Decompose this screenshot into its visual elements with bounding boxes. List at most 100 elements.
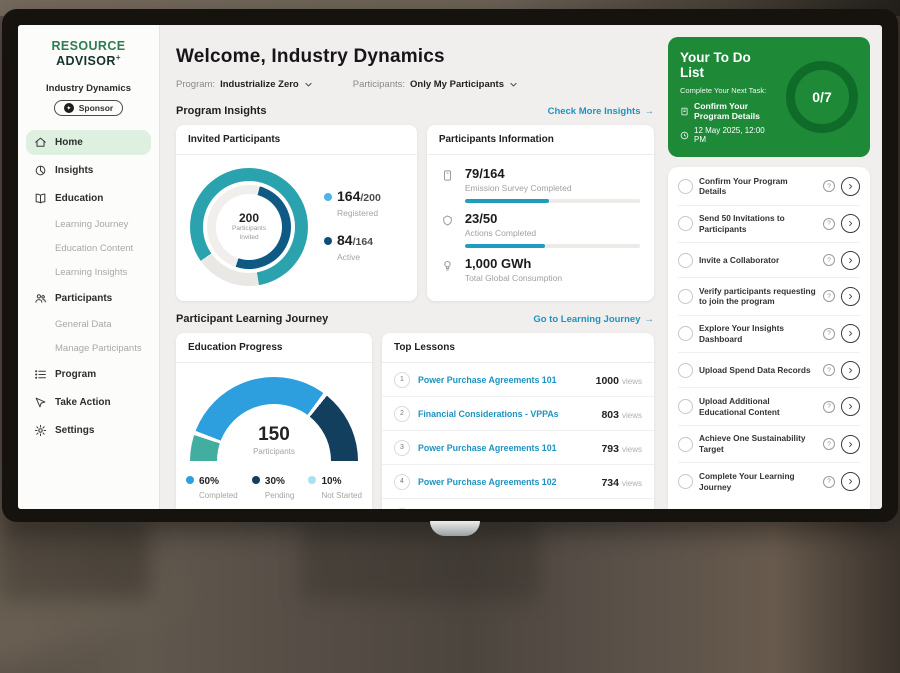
lesson-row[interactable]: 3 Power Purchase Agreements 101 793views xyxy=(382,431,654,465)
go-to-learning-journey-link[interactable]: Go to Learning Journey→ xyxy=(533,314,654,325)
action-cursor-icon xyxy=(34,396,47,409)
filter-label: Program: xyxy=(176,79,215,90)
task-label: Upload Spend Data Records xyxy=(699,365,817,376)
sidebar-item-label: Manage Participants xyxy=(55,343,142,354)
lesson-views: 1000views xyxy=(596,371,642,389)
task-go-button[interactable] xyxy=(841,361,860,380)
task-row: Verify participants requesting to join t… xyxy=(678,278,860,316)
sidebar-item-learning-insights[interactable]: Learning Insights xyxy=(26,262,151,283)
sidebar-item-learning-journey[interactable]: Learning Journey xyxy=(26,214,151,235)
lesson-row[interactable]: 4 Power Purchase Agreements 102 734views xyxy=(382,465,654,499)
arrow-right-icon: → xyxy=(645,106,655,117)
clock-icon xyxy=(680,131,689,140)
clipboard-icon xyxy=(441,169,456,199)
lesson-row[interactable]: 1 Power Purchase Agreements 101 1000view… xyxy=(382,363,654,397)
rank-badge: 2 xyxy=(394,406,410,422)
task-checkbox[interactable] xyxy=(678,363,693,378)
info-icon[interactable]: ? xyxy=(823,290,835,302)
gauge-center-value: 150 xyxy=(217,424,331,446)
info-row-consumption: 1,000 GWh Total Global Consumption xyxy=(441,256,640,289)
info-icon[interactable]: ? xyxy=(823,328,835,340)
task-label: Explore Your Insights Dashboard xyxy=(699,323,817,345)
task-checkbox[interactable] xyxy=(678,289,693,304)
task-label: Invite a Collaborator xyxy=(699,255,817,266)
info-icon[interactable]: ? xyxy=(823,401,835,413)
sidebar-item-label: General Data xyxy=(55,319,112,330)
task-go-button[interactable] xyxy=(841,287,860,306)
sponsor-badge-label: Sponsor xyxy=(79,103,113,113)
check-more-insights-link[interactable]: Check More Insights→ xyxy=(548,106,654,117)
lesson-title-link[interactable]: Power Purchase Agreements 101 xyxy=(418,443,594,453)
sidebar-item-education-content[interactable]: Education Content xyxy=(26,238,151,259)
task-checkbox[interactable] xyxy=(678,253,693,268)
card-title: Education Progress xyxy=(176,333,372,363)
info-icon[interactable]: ? xyxy=(823,438,835,450)
sidebar-item-insights[interactable]: Insights xyxy=(26,158,151,183)
task-go-button[interactable] xyxy=(841,472,860,491)
legend-dot xyxy=(324,237,332,245)
sidebar-item-program[interactable]: Program xyxy=(26,362,151,387)
filter-bar: Program: Industrialize Zero Participants… xyxy=(176,79,654,90)
info-icon[interactable]: ? xyxy=(823,218,835,230)
info-icon[interactable]: ? xyxy=(823,180,835,192)
task-label: Complete Your Learning Journey xyxy=(699,471,817,493)
background-shadow xyxy=(300,520,540,600)
task-label: Send 50 Invitations to Participants xyxy=(699,213,817,235)
info-icon[interactable]: ? xyxy=(823,254,835,266)
task-checkbox[interactable] xyxy=(678,437,693,452)
task-go-button[interactable] xyxy=(841,177,860,196)
info-row-actions: 23/50 Actions Completed xyxy=(441,211,640,248)
home-icon xyxy=(34,136,47,149)
lesson-title-link[interactable]: Power Purchase Agreements 102 xyxy=(418,477,594,487)
sidebar-item-home[interactable]: Home xyxy=(26,130,151,155)
sidebar-item-label: Education Content xyxy=(55,243,133,254)
collapse-tasks-link[interactable]: Collapse Tasks xyxy=(678,500,860,509)
card-title: Participants Information xyxy=(427,125,654,155)
task-checkbox[interactable] xyxy=(678,326,693,341)
task-go-button[interactable] xyxy=(841,397,860,416)
sponsor-badge: ✦ Sponsor xyxy=(54,100,123,116)
sidebar-nav: Home Insights Education Learning Journey… xyxy=(26,130,151,443)
gauge-legend: 60% Completed 30% Pending 10% Not Starte… xyxy=(176,471,372,509)
sidebar-item-education[interactable]: Education xyxy=(26,186,151,211)
info-icon[interactable]: ? xyxy=(823,476,835,488)
people-icon xyxy=(34,292,47,305)
task-go-button[interactable] xyxy=(841,324,860,343)
task-row: Confirm Your Program Details ? xyxy=(678,168,860,206)
lesson-title-link[interactable]: Power Purchase Agreements 101 xyxy=(418,375,588,385)
card-title: Top Lessons xyxy=(382,333,654,363)
task-checkbox[interactable] xyxy=(678,474,693,489)
donut-legend: 164/200 Registered 84/164 Active xyxy=(324,179,381,276)
task-row: Complete Your Learning Journey ? xyxy=(678,463,860,500)
program-filter-dropdown[interactable]: Program: Industrialize Zero xyxy=(176,79,313,90)
task-checkbox[interactable] xyxy=(678,216,693,231)
monitor-stand xyxy=(430,521,480,536)
task-checkbox[interactable] xyxy=(678,399,693,414)
education-progress-card: Education Progress 150 Participants 60% … xyxy=(176,333,372,509)
main-content: Welcome, Industry Dynamics Program: Indu… xyxy=(160,25,668,509)
lesson-row[interactable]: 2 Financial Considerations - VPPAs 803vi… xyxy=(382,397,654,431)
legend-dot xyxy=(324,193,332,201)
task-go-button[interactable] xyxy=(841,251,860,270)
task-checkbox[interactable] xyxy=(678,179,693,194)
sidebar-item-settings[interactable]: Settings xyxy=(26,418,151,443)
lesson-views: 803views xyxy=(601,405,642,423)
task-label: Achieve One Sustainability Target xyxy=(699,433,817,455)
task-label: Confirm Your Program Details xyxy=(699,176,817,198)
info-icon[interactable]: ? xyxy=(823,364,835,376)
sidebar-item-participants[interactable]: Participants xyxy=(26,286,151,311)
todo-due-date: 12 May 2025, 12:00 PM xyxy=(694,126,778,144)
chevron-down-icon xyxy=(509,80,518,89)
task-go-button[interactable] xyxy=(841,435,860,454)
app-logo: RESOURCE ADVISOR+ xyxy=(26,39,151,68)
sidebar-item-general-data[interactable]: General Data xyxy=(26,314,151,335)
education-progress-gauge-chart: 150 Participants xyxy=(190,377,358,461)
sidebar-item-manage-participants[interactable]: Manage Participants xyxy=(26,338,151,359)
sidebar-item-label: Take Action xyxy=(55,397,111,408)
lesson-title-link[interactable]: Financial Considerations - VPPAs xyxy=(418,409,594,419)
gauge-center-label: Participants xyxy=(217,447,331,456)
lesson-row[interactable]: 5 Power Purchase Agreements 103 600views xyxy=(382,499,654,509)
task-go-button[interactable] xyxy=(841,214,860,233)
sidebar-item-take-action[interactable]: Take Action xyxy=(26,390,151,415)
participants-filter-dropdown[interactable]: Participants: Only My Participants xyxy=(353,79,518,90)
